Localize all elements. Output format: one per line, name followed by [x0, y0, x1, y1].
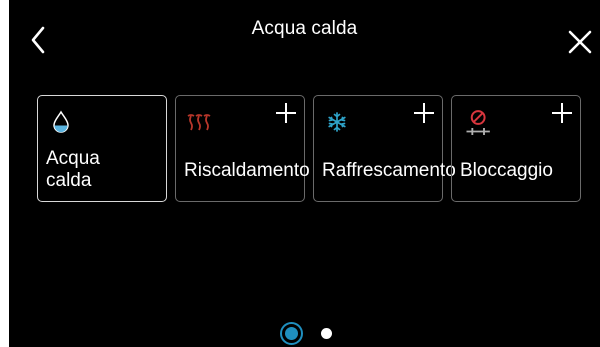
heating-icon [187, 114, 211, 131]
add-icon[interactable] [413, 102, 435, 124]
tile-label: Acqua calda [46, 148, 100, 191]
close-button[interactable] [566, 28, 600, 58]
page-dot[interactable] [321, 328, 332, 339]
screen: Acqua calda Acqua calda Riscaldamento Ra… [9, 0, 600, 347]
back-button[interactable] [27, 24, 51, 58]
tile-label: Raffrescamento [322, 160, 456, 181]
tile-hot-water[interactable]: Acqua calda [37, 95, 167, 202]
snowflake-icon [328, 112, 346, 132]
add-icon[interactable] [275, 102, 297, 124]
water-drop-icon [53, 110, 69, 133]
add-icon[interactable] [551, 102, 573, 124]
tile-blocking[interactable]: Bloccaggio [451, 95, 581, 202]
page-indicator [279, 321, 359, 347]
tile-heating[interactable]: Riscaldamento [175, 95, 310, 202]
tile-label: Bloccaggio [460, 160, 553, 181]
close-icon [568, 30, 592, 54]
tile-cooling[interactable]: Raffrescamento [313, 95, 456, 202]
tile-label: Riscaldamento [184, 160, 310, 181]
page-dot-active[interactable] [279, 321, 304, 346]
page-title: Acqua calda [251, 18, 358, 39]
blocking-icon [466, 110, 490, 135]
chevron-left-icon [31, 26, 45, 54]
